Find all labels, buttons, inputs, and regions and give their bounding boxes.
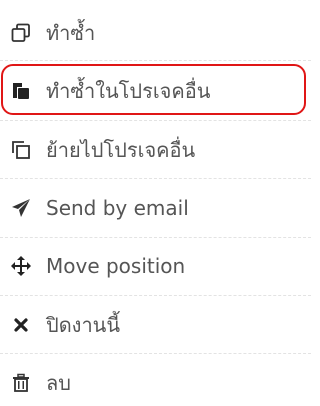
divider: [0, 60, 311, 61]
menu-item-label: ทำซ้ำ: [46, 21, 96, 45]
move-to-project-icon: [11, 140, 31, 160]
trash-icon: [11, 373, 31, 393]
task-actions-menu: ทำซ้ำ ทำซ้ำในโปรเจคอื่น ย้ายไปโปรเจคอื่น: [0, 0, 311, 406]
menu-item-label: Send by email: [46, 196, 189, 220]
menu-item-move-to-other-project[interactable]: ย้ายไปโปรเจคอื่น: [0, 121, 311, 179]
menu-item-label: ปิดงานนี้: [46, 313, 121, 337]
clone-icon: [11, 23, 31, 43]
close-icon: [11, 315, 31, 335]
menu-item-send-by-email[interactable]: Send by email: [0, 179, 311, 237]
menu-item-label: ย้ายไปโปรเจคอื่น: [46, 138, 196, 162]
menu-item-move-position[interactable]: Move position: [0, 237, 311, 295]
menu-item-label: ทำซ้ำในโปรเจคอื่น: [46, 79, 211, 103]
menu-item-delete[interactable]: ลบ: [0, 354, 311, 406]
paper-plane-icon: [11, 198, 31, 218]
move-arrows-icon: [11, 256, 31, 276]
menu-item-duplicate-to-other-project[interactable]: ทำซ้ำในโปรเจคอื่น: [0, 62, 311, 120]
menu-item-duplicate[interactable]: ทำซ้ำ: [0, 4, 311, 62]
menu-item-label: Move position: [46, 254, 186, 278]
copy-to-project-icon: [11, 81, 31, 101]
menu-item-close-task[interactable]: ปิดงานนี้: [0, 296, 311, 354]
menu-item-label: ลบ: [46, 371, 71, 395]
